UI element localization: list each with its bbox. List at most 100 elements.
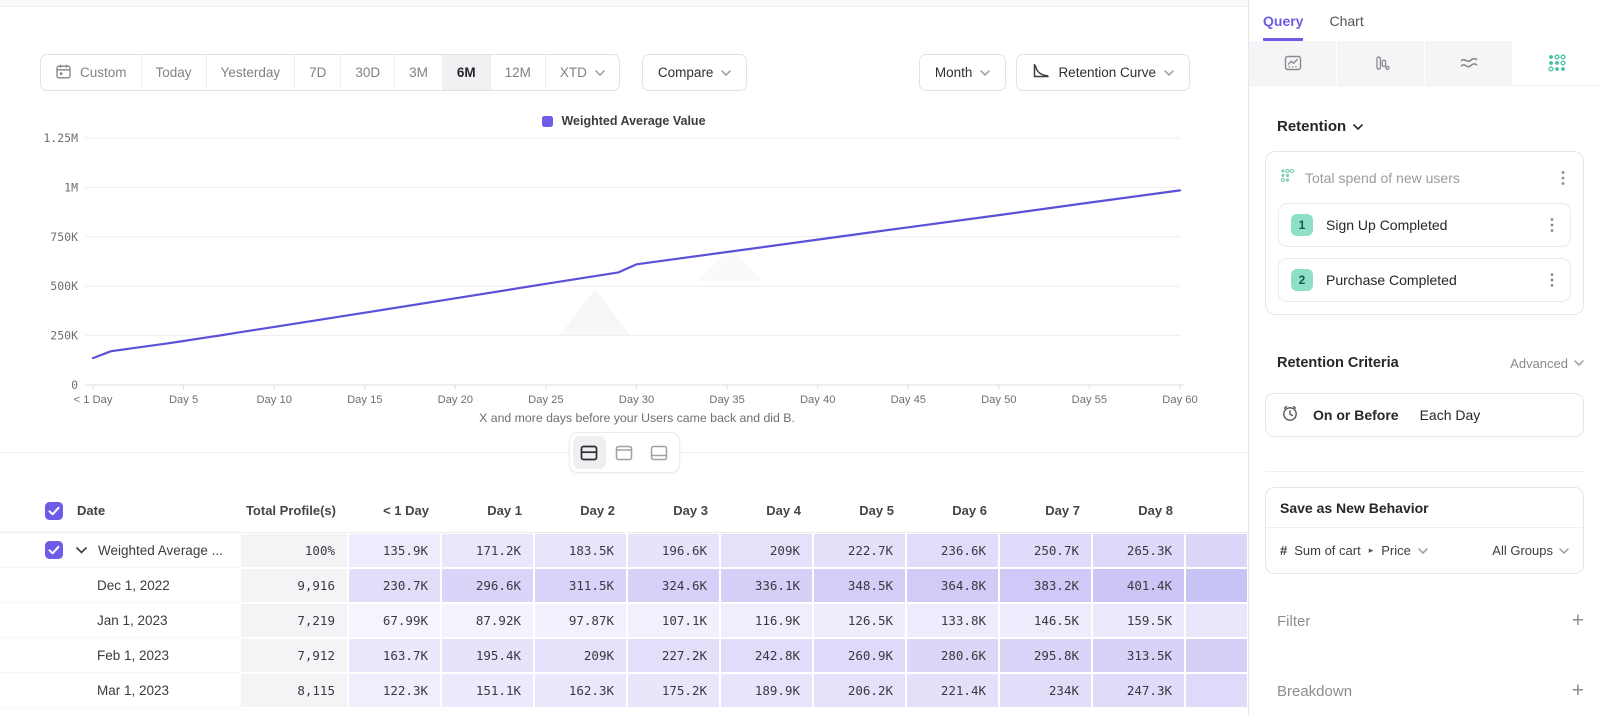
tab-query[interactable]: Query — [1263, 13, 1303, 41]
toolbar: Custom Today Yesterday 7D 30D 3M 6M 12M … — [40, 54, 1190, 91]
retention-cell: 189.9K — [720, 673, 813, 708]
save-as-new-behavior-button[interactable]: Save as New Behavior — [1266, 488, 1583, 528]
range-today[interactable]: Today — [141, 55, 206, 90]
retention-cell: 87.92K — [441, 603, 534, 638]
tab-chart[interactable]: Chart — [1329, 13, 1363, 41]
retention-cell: 311.5K — [534, 568, 627, 603]
report-type-bar-chart-icon[interactable] — [1337, 41, 1424, 85]
partial-cell — [1185, 603, 1248, 638]
report-type-insights-icon[interactable] — [1249, 41, 1336, 85]
x-tick-label: Day 55 — [1072, 394, 1107, 406]
chart-type-dropdown[interactable]: Retention Curve — [1016, 54, 1190, 91]
x-tick-label: Day 50 — [981, 394, 1016, 406]
range-30d[interactable]: 30D — [340, 55, 394, 90]
header-col: Day 8 — [1092, 490, 1185, 532]
retention-curve-icon — [1032, 63, 1050, 82]
range-custom[interactable]: Custom — [41, 55, 141, 90]
partial-cell — [1185, 673, 1248, 708]
add-filter-button[interactable]: + — [1572, 612, 1584, 630]
retention-cell: 234K — [999, 673, 1092, 708]
x-tick-label: Day 35 — [709, 394, 744, 406]
total-cell: 7,219 — [240, 603, 348, 638]
report-type-retention-icon-selected[interactable] — [1513, 41, 1600, 85]
retention-cell: 227.2K — [627, 638, 720, 673]
kebab-menu-icon[interactable] — [1557, 168, 1569, 188]
toggle-top-panel-view[interactable] — [608, 436, 641, 469]
chevron-down-icon — [1418, 548, 1428, 554]
retention-cell: 222.7K — [813, 533, 906, 568]
header-col: Day 6 — [906, 490, 999, 532]
total-cell: 100% — [240, 533, 348, 568]
range-yesterday[interactable]: Yesterday — [206, 55, 295, 90]
retention-cell: 250.7K — [999, 533, 1092, 568]
chevron-down-icon — [1574, 360, 1584, 366]
retention-cell: 242.8K — [720, 638, 813, 673]
retention-cell: 260.9K — [813, 638, 906, 673]
chevron-down-icon — [721, 70, 731, 76]
step-purchase-completed[interactable]: 2 Purchase Completed — [1278, 258, 1571, 302]
property-arrow-icon: ▸ — [1368, 545, 1375, 556]
retention-cell: 247.3K — [1092, 673, 1185, 708]
table-row[interactable]: Dec 1, 20229,916230.7K296.6K311.5K324.6K… — [0, 568, 1248, 603]
chart-caption: X and more days before your Users came b… — [479, 411, 795, 425]
criteria-condition-row[interactable]: On or Before Each Day — [1265, 393, 1584, 437]
save-behavior-card: Save as New Behavior # Sum of cart ▸ Pri… — [1265, 487, 1584, 574]
row-label-cell: Weighted Average ... — [0, 533, 240, 568]
range-12m[interactable]: 12M — [490, 55, 545, 90]
total-cell: 7,912 — [240, 638, 348, 673]
retention-cell: 159.5K — [1092, 603, 1185, 638]
header-col: Day 5 — [813, 490, 906, 532]
table-row[interactable]: Jan 1, 20237,21967.99K87.92K97.87K107.1K… — [0, 603, 1248, 638]
step-number-badge: 2 — [1291, 269, 1313, 291]
retention-cell: 135.9K — [348, 533, 441, 568]
y-tick-label: 1.25M — [43, 131, 78, 145]
toggle-split-view[interactable] — [573, 436, 606, 469]
checkbox-checked[interactable] — [45, 502, 63, 520]
all-groups-dropdown[interactable]: All Groups — [1492, 543, 1569, 558]
chevron-down-icon — [595, 70, 605, 76]
header-col: Day 2 — [534, 490, 627, 532]
advanced-dropdown[interactable]: Advanced — [1510, 356, 1584, 371]
table-row[interactable]: Weighted Average ...100%135.9K171.2K183.… — [0, 533, 1248, 568]
header-partial — [1185, 490, 1248, 532]
retention-table: DateTotal Profile(s)< 1 DayDay 1Day 2Day… — [0, 490, 1248, 715]
range-xtd[interactable]: XTD — [545, 55, 619, 90]
retention-cell: 209K — [534, 638, 627, 673]
measure-property[interactable]: Price — [1381, 543, 1411, 558]
retention-section-header[interactable]: Retention — [1277, 118, 1584, 135]
y-tick-label: 500K — [50, 279, 78, 293]
granularity-dropdown[interactable]: Month — [919, 54, 1007, 91]
calendar-icon — [55, 63, 72, 83]
retention-cell: 313.5K — [1092, 638, 1185, 673]
range-3m[interactable]: 3M — [394, 55, 442, 90]
toggle-bottom-panel-view[interactable] — [643, 436, 676, 469]
behavior-retention-grid-icon — [1280, 168, 1295, 188]
compare-button[interactable]: Compare — [642, 54, 748, 91]
range-7d[interactable]: 7D — [294, 55, 340, 90]
table-row[interactable]: Feb 1, 20237,912163.7K195.4K209K227.2K24… — [0, 638, 1248, 673]
retention-cell: 183.5K — [534, 533, 627, 568]
add-breakdown-button[interactable]: + — [1572, 682, 1584, 700]
measure-event[interactable]: Sum of cart — [1294, 543, 1360, 558]
retention-cell: 236.6K — [906, 533, 999, 568]
header-col: Total Profile(s) — [240, 490, 348, 532]
row-label-cell: Dec 1, 2022 — [0, 568, 240, 603]
step-sign-up-completed[interactable]: 1 Sign Up Completed — [1278, 203, 1571, 247]
step-number-badge: 1 — [1291, 214, 1313, 236]
kebab-menu-icon[interactable] — [1546, 270, 1558, 290]
checkbox-checked[interactable] — [45, 541, 63, 559]
retention-cell: 133.8K — [906, 603, 999, 638]
x-tick-label: Day 20 — [438, 394, 473, 406]
retention-cell: 364.8K — [906, 568, 999, 603]
kebab-menu-icon[interactable] — [1546, 215, 1558, 235]
header-col: Day 7 — [999, 490, 1092, 532]
retention-cell: 324.6K — [627, 568, 720, 603]
retention-line — [93, 190, 1180, 358]
table-row[interactable]: Mar 1, 20238,115122.3K151.1K162.3K175.2K… — [0, 673, 1248, 708]
report-type-flows-icon[interactable] — [1425, 41, 1512, 85]
retention-cell: 221.4K — [906, 673, 999, 708]
x-tick-label: Day 15 — [347, 394, 382, 406]
range-6m-selected[interactable]: 6M — [442, 55, 490, 90]
condition-label: On or Before — [1313, 407, 1399, 423]
expand-chevron-icon[interactable] — [76, 547, 87, 554]
